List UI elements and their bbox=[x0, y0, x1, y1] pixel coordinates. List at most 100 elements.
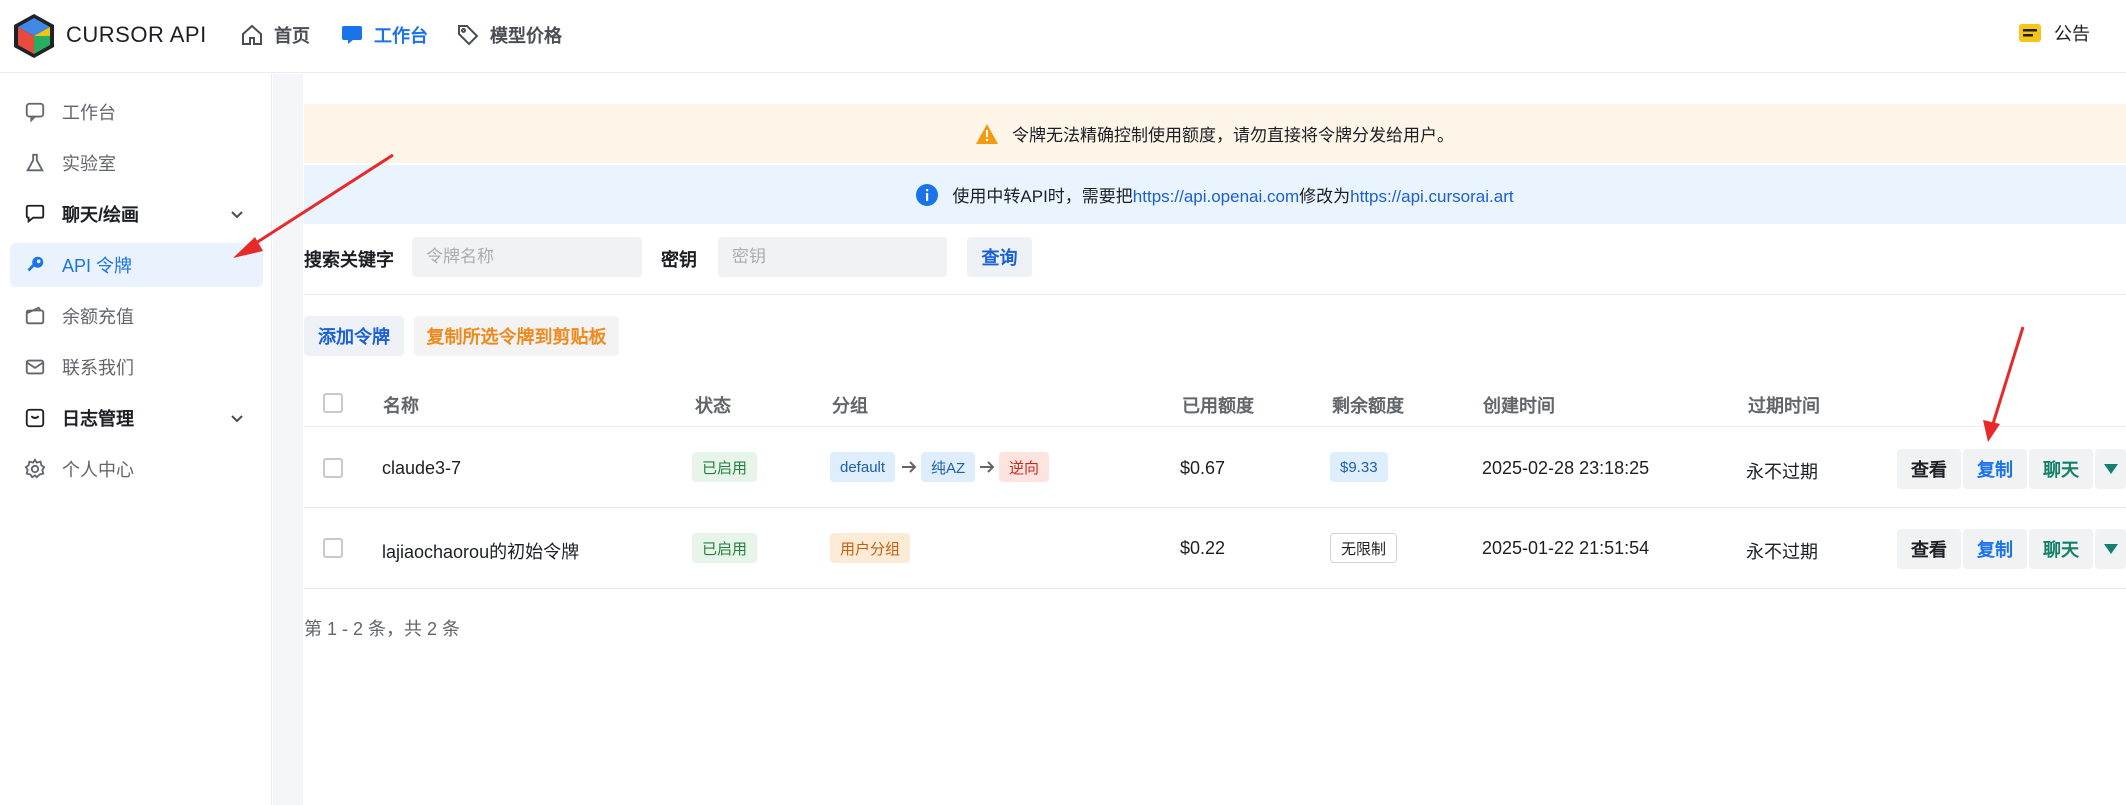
row-divider bbox=[304, 507, 2126, 508]
sidebar-item-label: 聊天/绘画 bbox=[62, 205, 140, 225]
column-header-used: 已用额度 bbox=[1182, 396, 1254, 416]
token-name-input[interactable] bbox=[412, 237, 642, 277]
nav-home-label: 首页 bbox=[274, 26, 310, 46]
column-header-created: 创建时间 bbox=[1483, 396, 1555, 416]
sidebar-item-label: 工作台 bbox=[62, 103, 116, 123]
view-button[interactable]: 查看 bbox=[1897, 529, 1961, 569]
sidebar-item-label: 日志管理 bbox=[62, 409, 134, 429]
keyword-label: 搜索关键字 bbox=[304, 250, 394, 270]
divider bbox=[304, 294, 2126, 295]
notice-button[interactable]: 公告 bbox=[2018, 20, 2090, 46]
sidebar-item-workbench[interactable]: 工作台 bbox=[10, 90, 263, 134]
nav-model-price[interactable]: 模型价格 bbox=[456, 20, 562, 50]
add-token-button[interactable]: 添加令牌 bbox=[304, 316, 404, 356]
nav-workbench-label: 工作台 bbox=[374, 26, 428, 46]
arrow-right-icon bbox=[902, 461, 917, 473]
info-middle: 修改为 bbox=[1299, 187, 1351, 206]
sidebar-item-label: 个人中心 bbox=[62, 460, 134, 480]
settings-icon bbox=[24, 458, 46, 479]
sidebar-item-logs[interactable]: 日志管理 bbox=[10, 396, 263, 440]
sidebar-item-recharge[interactable]: 余额充值 bbox=[10, 294, 263, 338]
sidebar-item-chat-draw[interactable]: 聊天/绘画 bbox=[10, 192, 263, 236]
row-checkbox[interactable] bbox=[323, 538, 343, 558]
row-checkbox[interactable] bbox=[323, 458, 343, 478]
openai-api-link[interactable]: https://api.openai.com bbox=[1133, 187, 1299, 206]
workbench-icon bbox=[342, 26, 362, 44]
wallet-icon bbox=[25, 306, 45, 325]
column-header-expires: 过期时间 bbox=[1748, 396, 1820, 416]
created-time: 2025-01-22 21:51:54 bbox=[1482, 538, 1650, 558]
cursor-logo-icon[interactable] bbox=[14, 14, 54, 58]
token-name: lajiaochaorou的初始令牌 bbox=[382, 542, 580, 562]
sidebar-item-contact[interactable]: 联系我们 bbox=[10, 345, 263, 389]
sidebar-item-label: 联系我们 bbox=[62, 358, 134, 378]
flask-icon bbox=[26, 153, 44, 172]
warning-icon bbox=[976, 123, 998, 144]
chevron-down-icon[interactable] bbox=[227, 204, 247, 224]
group-tag: 用户分组 bbox=[830, 533, 911, 563]
column-header-name: 名称 bbox=[383, 396, 419, 416]
copy-button[interactable]: 复制 bbox=[1963, 449, 2027, 489]
copy-button[interactable]: 复制 bbox=[1963, 529, 2027, 569]
column-header-remaining: 剩余额度 bbox=[1332, 396, 1404, 416]
info-banner: 使用中转API时，需要把https://api.openai.com修改为htt… bbox=[304, 165, 2126, 224]
home-icon bbox=[242, 24, 262, 45]
cursorai-api-link[interactable]: https://api.cursorai.art bbox=[1350, 187, 1513, 206]
row-divider bbox=[304, 588, 2126, 589]
mail-icon bbox=[25, 359, 45, 375]
key-label: 密钥 bbox=[661, 250, 697, 270]
sidebar-item-label: 实验室 bbox=[62, 154, 116, 174]
remaining-quota-badge: 无限制 bbox=[1330, 533, 1398, 563]
chat-button[interactable]: 聊天 bbox=[2029, 529, 2093, 569]
info-icon bbox=[916, 183, 939, 206]
column-header-status: 状态 bbox=[695, 396, 731, 416]
price-tag-icon bbox=[458, 25, 479, 46]
remaining-quota-badge: $9.33 bbox=[1330, 452, 1388, 482]
created-time: 2025-02-28 23:18:25 bbox=[1482, 458, 1650, 478]
sidebar-item-api-token[interactable]: API 令牌 bbox=[10, 243, 263, 287]
announcement-icon bbox=[2019, 24, 2041, 42]
warning-text: 令牌无法精确控制使用额度，请勿直接将令牌分发给用户。 bbox=[1012, 126, 1454, 145]
nav-model-price-label: 模型价格 bbox=[490, 26, 562, 46]
view-button[interactable]: 查看 bbox=[1897, 449, 1961, 489]
select-all-checkbox[interactable] bbox=[323, 393, 343, 413]
expire-time: 永不过期 bbox=[1746, 542, 1818, 562]
token-name: claude3-7 bbox=[382, 458, 462, 478]
caret-down-icon bbox=[2103, 544, 2118, 554]
status-badge: 已启用 bbox=[692, 452, 758, 482]
query-button[interactable]: 查询 bbox=[967, 237, 1032, 277]
chat-button[interactable]: 聊天 bbox=[2029, 449, 2093, 489]
notice-label: 公告 bbox=[2054, 24, 2090, 44]
info-text: 使用中转API时，需要把https://api.openai.com修改为htt… bbox=[952, 182, 1513, 207]
expire-time: 永不过期 bbox=[1746, 462, 1818, 482]
pagination-summary: 第 1 - 2 条，共 2 条 bbox=[304, 619, 461, 639]
used-quota: $0.22 bbox=[1180, 538, 1226, 558]
key-icon bbox=[27, 256, 44, 272]
nav-workbench[interactable]: 工作台 bbox=[340, 20, 428, 50]
sidebar-item-profile[interactable]: 个人中心 bbox=[10, 447, 263, 491]
used-quota: $0.67 bbox=[1180, 458, 1226, 478]
arrow-right-icon bbox=[980, 461, 995, 473]
column-header-group: 分组 bbox=[832, 396, 868, 416]
warning-banner: 令牌无法精确控制使用额度，请勿直接将令牌分发给用户。 bbox=[304, 104, 2126, 163]
chevron-down-icon[interactable] bbox=[227, 408, 247, 428]
sidebar-item-label: 余额充值 bbox=[62, 307, 134, 327]
group-tag: 纯AZ bbox=[921, 452, 976, 482]
sidebar: 工作台 实验室 聊天/绘画 API 令牌 余额充值 联系我们 日志管理 个人中心 bbox=[0, 74, 272, 805]
key-input[interactable] bbox=[718, 237, 947, 277]
sidebar-item-lab[interactable]: 实验室 bbox=[10, 141, 263, 185]
chat-dropdown-button[interactable] bbox=[2095, 529, 2126, 569]
chat-bubble-icon bbox=[25, 102, 45, 123]
sidebar-item-label: API 令牌 bbox=[62, 256, 133, 276]
status-badge: 已启用 bbox=[692, 533, 758, 563]
brand-name[interactable]: CURSOR API bbox=[66, 22, 207, 48]
copy-selected-tokens-button[interactable]: 复制所选令牌到剪贴板 bbox=[414, 316, 619, 356]
chat-dropdown-button[interactable] bbox=[2095, 449, 2126, 489]
top-header: CURSOR API 首页 工作台 模型价格 公告 bbox=[0, 0, 2126, 73]
group-tag: default bbox=[830, 452, 896, 482]
nav-home[interactable]: 首页 bbox=[240, 20, 310, 50]
row-divider bbox=[304, 426, 2126, 427]
chat-icon bbox=[25, 204, 45, 224]
caret-down-icon bbox=[2103, 464, 2118, 474]
info-prefix: 使用中转API时，需要把 bbox=[952, 187, 1133, 206]
